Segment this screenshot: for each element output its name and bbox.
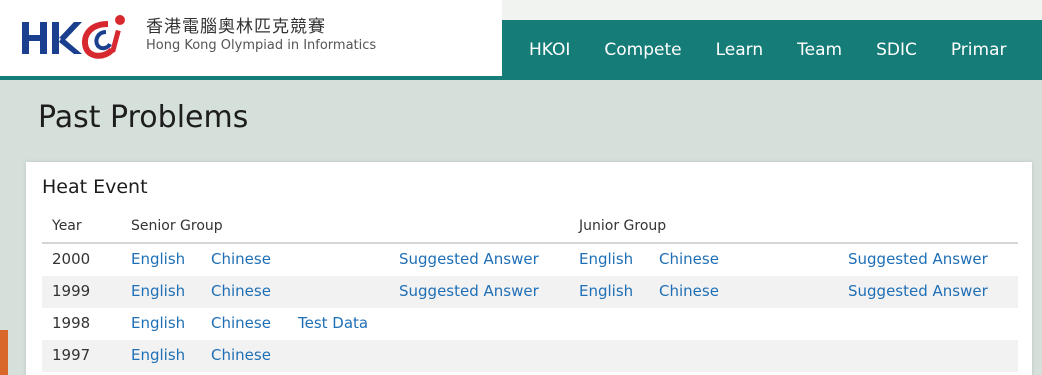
table-header: Year Senior Group Junior Group xyxy=(42,210,1018,244)
logo-area[interactable]: 香港電腦奧林匹克競賽 Hong Kong Olympiad in Informa… xyxy=(0,0,502,80)
senior-english-link[interactable]: English xyxy=(131,282,185,300)
row-year: 1999 xyxy=(52,282,91,300)
row-year: 1998 xyxy=(52,314,91,332)
site-header: 香港電腦奧林匹克競賽 Hong Kong Olympiad in Informa… xyxy=(0,0,1042,80)
senior-answer-link[interactable]: Suggested Answer xyxy=(399,250,539,268)
nav-item-team[interactable]: Team xyxy=(797,40,842,60)
nav-item-primary[interactable]: Primar xyxy=(951,40,1007,60)
page-title: Past Problems xyxy=(38,100,249,135)
heat-event-card: Heat Event Year Senior Group Junior Grou… xyxy=(26,162,1032,375)
nav-item-hkoi[interactable]: HKOI xyxy=(529,40,570,60)
nav-item-learn[interactable]: Learn xyxy=(716,40,764,60)
junior-answer-link[interactable]: Suggested Answer xyxy=(848,250,988,268)
row-year: 2000 xyxy=(52,250,91,268)
senior-chinese-link[interactable]: Chinese xyxy=(211,250,271,268)
senior-english-link[interactable]: English xyxy=(131,250,185,268)
junior-english-link[interactable]: English xyxy=(579,250,633,268)
senior-chinese-link[interactable]: Chinese xyxy=(211,282,271,300)
column-header-year: Year xyxy=(52,218,82,234)
senior-test-data-link[interactable]: Test Data xyxy=(298,314,368,332)
nav-item-sdic[interactable]: SDIC xyxy=(876,40,917,60)
section-title: Heat Event xyxy=(42,176,148,198)
table-row: 1997 English Chinese xyxy=(42,340,1018,372)
corner-accent xyxy=(0,330,8,375)
table-row: 1999 English Chinese Suggested Answer En… xyxy=(42,276,1018,308)
junior-answer-link[interactable]: Suggested Answer xyxy=(848,282,988,300)
header-top-strip xyxy=(502,0,1042,20)
past-problems-table: Year Senior Group Junior Group 2000 Engl… xyxy=(42,210,1018,372)
table-row: 2000 English Chinese Suggested Answer En… xyxy=(42,244,1018,276)
main-nav: HKOI Compete Learn Team SDIC Primar xyxy=(502,20,1042,80)
column-header-junior: Junior Group xyxy=(579,218,667,234)
org-name-chinese: 香港電腦奧林匹克競賽 xyxy=(146,17,326,37)
row-year: 1997 xyxy=(52,346,91,364)
senior-chinese-link[interactable]: Chinese xyxy=(211,346,271,364)
senior-answer-link[interactable]: Suggested Answer xyxy=(399,282,539,300)
table-row: 1998 English Chinese Test Data xyxy=(42,308,1018,340)
org-name-english: Hong Kong Olympiad in Informatics xyxy=(146,38,377,53)
column-header-senior: Senior Group xyxy=(131,218,223,234)
junior-chinese-link[interactable]: Chinese xyxy=(659,282,719,300)
nav-item-compete[interactable]: Compete xyxy=(604,40,681,60)
senior-english-link[interactable]: English xyxy=(131,346,185,364)
junior-chinese-link[interactable]: Chinese xyxy=(659,250,719,268)
hkoi-logo-icon[interactable] xyxy=(20,10,132,66)
junior-english-link[interactable]: English xyxy=(579,282,633,300)
senior-chinese-link[interactable]: Chinese xyxy=(211,314,271,332)
senior-english-link[interactable]: English xyxy=(131,314,185,332)
